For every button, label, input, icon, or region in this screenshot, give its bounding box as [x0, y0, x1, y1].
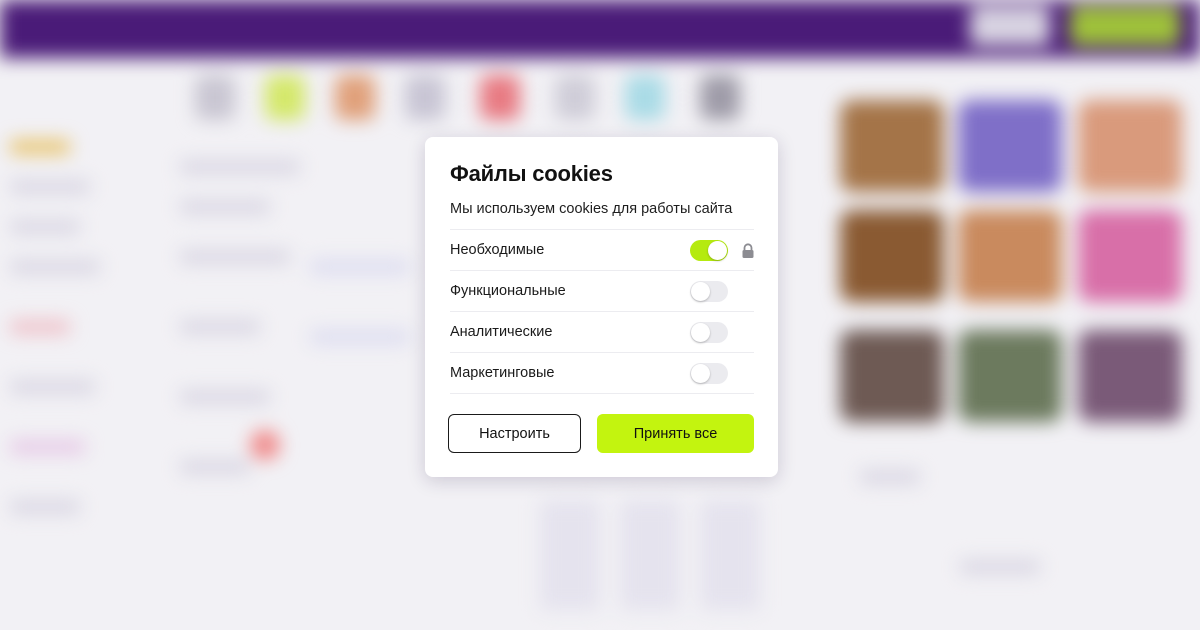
necessary-cookies-toggle[interactable] — [690, 240, 728, 261]
background-text-line — [10, 500, 80, 514]
background-table-column — [700, 500, 760, 610]
background-header-cta — [1070, 6, 1180, 46]
background-category-bar — [0, 75, 800, 135]
functional-cookies-toggle[interactable] — [690, 281, 728, 302]
background-text-line — [180, 460, 250, 474]
toggle-knob — [691, 364, 710, 383]
background-text-line — [860, 470, 920, 484]
background-text-line — [10, 320, 70, 334]
cookie-consent-modal: Файлы cookies Мы используем cookies для … — [425, 137, 778, 477]
background-image-tile — [958, 100, 1062, 192]
background-category-icon — [335, 75, 375, 120]
toggle-knob — [708, 241, 727, 260]
cookie-category-label: Аналитические — [450, 324, 553, 340]
customize-button[interactable]: Настроить — [448, 414, 581, 453]
background-table-column — [540, 500, 600, 610]
modal-title: Файлы cookies — [450, 161, 613, 186]
background-image-tile — [1078, 100, 1182, 192]
background-text-line — [180, 320, 260, 334]
background-category-icon — [265, 75, 305, 120]
background-category-icon — [195, 75, 235, 120]
background-category-icon — [555, 75, 595, 120]
background-text-line — [180, 200, 270, 214]
background-text-line — [10, 180, 90, 194]
cookie-category-marketing: Маркетинговые — [450, 353, 754, 394]
background-category-icon — [625, 75, 665, 120]
background-image-tile — [840, 330, 944, 422]
background-sidebar — [10, 140, 130, 620]
background-text-line — [180, 160, 300, 174]
background-category-icon — [405, 75, 445, 120]
cookie-category-analytics: Аналитические — [450, 312, 754, 353]
background-text-line — [10, 440, 85, 454]
analytics-cookies-toggle[interactable] — [690, 322, 728, 343]
background-text-line — [10, 140, 70, 154]
cookie-category-label: Функциональные — [450, 283, 566, 299]
background-text-line — [250, 430, 280, 460]
cookie-category-label: Необходимые — [450, 242, 545, 258]
marketing-cookies-toggle[interactable] — [690, 363, 728, 384]
background-header-button — [970, 6, 1050, 46]
background-image-tile — [958, 210, 1062, 302]
background-category-icon — [480, 75, 520, 120]
background-text-line — [960, 560, 1040, 574]
toggle-knob — [691, 282, 710, 301]
background-text-line — [180, 250, 290, 264]
accept-all-button[interactable]: Принять все — [597, 414, 754, 453]
modal-actions: Настроить Принять все — [448, 414, 754, 453]
toggle-knob — [691, 323, 710, 342]
background-table-column — [620, 500, 680, 610]
background-category-icon — [700, 75, 740, 120]
cookie-category-list: Необходимые Функциональные Аналитические… — [450, 229, 754, 394]
cookie-category-label: Маркетинговые — [450, 365, 555, 381]
background-image-tile — [840, 210, 944, 302]
cookie-category-functional: Функциональные — [450, 271, 754, 312]
background-image-tile — [1078, 330, 1182, 422]
background-image-tile — [840, 100, 944, 192]
background-text-line — [310, 330, 410, 344]
background-image-tile — [1078, 210, 1182, 302]
background-header — [0, 0, 1200, 58]
background-image-tile — [958, 330, 1062, 422]
lock-icon — [742, 243, 754, 258]
background-text-line — [10, 260, 100, 274]
modal-subtitle: Мы используем cookies для работы сайта — [450, 201, 733, 217]
background-text-line — [180, 390, 270, 404]
background-text-line — [10, 220, 80, 234]
background-text-line — [10, 380, 95, 394]
cookie-category-necessary: Необходимые — [450, 230, 754, 271]
background-text-line — [310, 260, 410, 274]
